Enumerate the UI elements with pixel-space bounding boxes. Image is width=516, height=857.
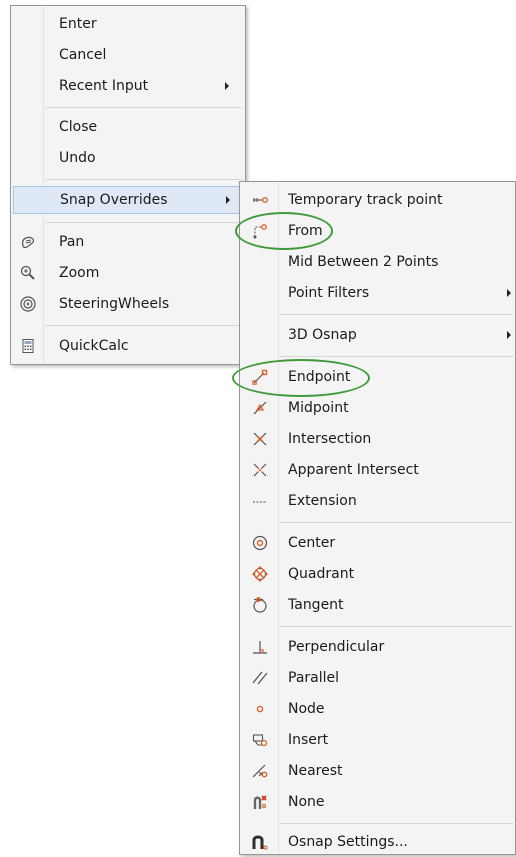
menu-separator <box>280 522 513 523</box>
snap-item-label: 3D Osnap <box>288 327 357 343</box>
snap-item-osnap-settings[interactable]: Osnap Settings... <box>240 828 515 856</box>
intersection-icon <box>252 431 268 447</box>
menu-item-label: Recent Input <box>59 78 149 94</box>
snap-item-label: Center <box>288 535 336 551</box>
snap-item-label: Apparent Intersect <box>288 462 419 478</box>
snap-item-quadrant[interactable]: Quadrant <box>240 560 515 588</box>
snap-item-apparent-intersect[interactable]: Apparent Intersect <box>240 456 515 484</box>
snap-item-center[interactable]: Center <box>240 529 515 557</box>
snap-item-label: Parallel <box>288 670 340 686</box>
menu-separator <box>280 823 513 824</box>
menu-item-enter[interactable]: Enter <box>11 10 245 38</box>
context-menu: Enter Cancel Recent Input Close Undo Sna… <box>10 5 246 365</box>
snap-item-label: Mid Between 2 Points <box>288 254 439 270</box>
menu-separator <box>45 222 243 223</box>
quadrant-icon <box>252 566 268 582</box>
menu-item-label: Snap Overrides <box>60 192 168 208</box>
menu-separator <box>280 356 513 357</box>
menu-separator <box>45 107 243 108</box>
snap-item-label: Intersection <box>288 431 372 447</box>
menu-item-label: Enter <box>59 16 97 32</box>
tangent-icon <box>252 597 268 613</box>
extension-icon <box>252 493 268 509</box>
insert-icon <box>252 732 268 748</box>
snap-item-label: Tangent <box>288 597 344 613</box>
node-icon <box>252 701 268 717</box>
snap-item-3d-osnap[interactable]: 3D Osnap <box>240 321 515 349</box>
endpoint-icon <box>252 369 268 385</box>
center-icon <box>252 535 268 551</box>
snap-item-insert[interactable]: Insert <box>240 726 515 754</box>
snap-item-label: Point Filters <box>288 285 370 301</box>
snap-item-midpoint[interactable]: Midpoint <box>240 394 515 422</box>
menu-item-zoom[interactable]: Zoom <box>11 259 245 287</box>
none-icon <box>252 794 268 810</box>
menu-item-close[interactable]: Close <box>11 113 245 141</box>
menu-item-label: Undo <box>59 150 96 166</box>
snap-item-label: Temporary track point <box>288 192 443 208</box>
snap-item-label: Node <box>288 701 325 717</box>
snap-item-point-filters[interactable]: Point Filters <box>240 279 515 307</box>
snap-item-endpoint[interactable]: Endpoint <box>240 363 515 391</box>
osnap-settings-icon <box>252 834 268 850</box>
snap-item-label: From <box>288 223 323 239</box>
submenu-arrow-icon <box>507 289 511 297</box>
snap-item-label: Insert <box>288 732 329 748</box>
submenu-arrow-icon <box>226 196 230 204</box>
apparent-intersect-icon <box>252 462 268 478</box>
temporary-track-point-icon <box>252 192 268 208</box>
steering-wheels-icon <box>20 296 36 312</box>
menu-item-label: QuickCalc <box>59 338 129 354</box>
zoom-icon <box>20 265 36 281</box>
snap-item-label: Extension <box>288 493 357 509</box>
menu-item-label: SteeringWheels <box>59 296 170 312</box>
calculator-icon <box>20 338 36 354</box>
pan-icon <box>20 234 36 250</box>
menu-separator <box>45 179 243 180</box>
snap-item-intersection[interactable]: Intersection <box>240 425 515 453</box>
perpendicular-icon <box>252 639 268 655</box>
menu-item-label: Zoom <box>59 265 100 281</box>
menu-item-cancel[interactable]: Cancel <box>11 41 245 69</box>
parallel-icon <box>252 670 268 686</box>
snap-item-label: Nearest <box>288 763 343 779</box>
menu-item-steering-wheels[interactable]: SteeringWheels <box>11 290 245 318</box>
menu-separator <box>280 626 513 627</box>
submenu-arrow-icon <box>225 82 229 90</box>
nearest-icon <box>252 763 268 779</box>
snap-item-from[interactable]: From <box>240 217 515 245</box>
from-icon <box>252 223 268 239</box>
snap-item-tangent[interactable]: Tangent <box>240 591 515 619</box>
snap-item-none[interactable]: None <box>240 788 515 816</box>
snap-item-label: None <box>288 794 325 810</box>
menu-item-snap-overrides[interactable]: Snap Overrides <box>13 186 243 214</box>
snap-item-label: Midpoint <box>288 400 349 416</box>
menu-item-recent-input[interactable]: Recent Input <box>11 72 245 100</box>
menu-item-pan[interactable]: Pan <box>11 228 245 256</box>
snap-item-label: Endpoint <box>288 369 351 385</box>
snap-item-temporary-track-point[interactable]: Temporary track point <box>240 186 515 214</box>
menu-item-label: Cancel <box>59 47 107 63</box>
menu-item-label: Pan <box>59 234 85 250</box>
snap-item-extension[interactable]: Extension <box>240 487 515 515</box>
menu-separator <box>280 314 513 315</box>
snap-item-label: Perpendicular <box>288 639 385 655</box>
menu-item-quickcalc[interactable]: QuickCalc <box>11 332 245 360</box>
snap-item-label: Quadrant <box>288 566 355 582</box>
midpoint-icon <box>252 400 268 416</box>
snap-overrides-submenu: Temporary track point From Mid Between 2… <box>239 181 516 855</box>
snap-item-label: Osnap Settings... <box>288 834 408 850</box>
snap-item-node[interactable]: Node <box>240 695 515 723</box>
snap-item-perpendicular[interactable]: Perpendicular <box>240 633 515 661</box>
submenu-arrow-icon <box>507 331 511 339</box>
menu-item-undo[interactable]: Undo <box>11 144 245 172</box>
menu-item-label: Close <box>59 119 98 135</box>
snap-item-nearest[interactable]: Nearest <box>240 757 515 785</box>
snap-item-mid-between-2-points[interactable]: Mid Between 2 Points <box>240 248 515 276</box>
snap-item-parallel[interactable]: Parallel <box>240 664 515 692</box>
menu-separator <box>45 325 243 326</box>
